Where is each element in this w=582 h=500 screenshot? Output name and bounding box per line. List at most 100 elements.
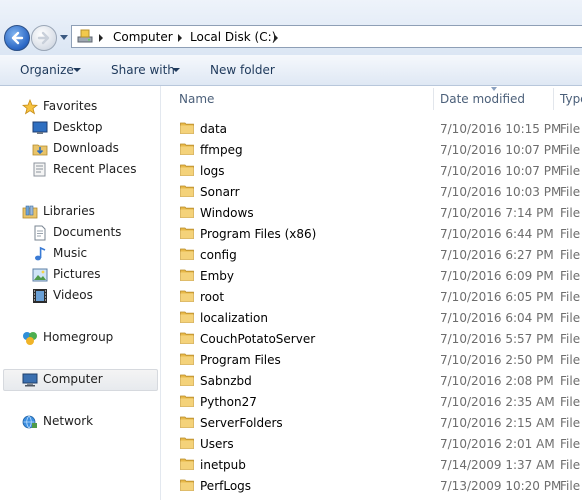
file-name: root <box>200 290 225 304</box>
file-date-modified: 7/10/2016 7:14 PM <box>440 206 554 220</box>
file-date-modified: 7/10/2016 6:27 PM <box>440 248 554 262</box>
nav-label: Favorites <box>43 99 98 113</box>
file-row[interactable]: Sonarr 7/10/2016 10:03 PM File folder <box>161 180 582 201</box>
column-divider[interactable] <box>553 88 554 110</box>
recent-places-icon <box>33 162 46 177</box>
nav-label: Documents <box>53 225 122 239</box>
navigation-pane: Favorites Desktop Downloads Recent Place… <box>0 86 161 500</box>
file-date-modified: 7/10/2016 2:50 PM <box>440 353 554 367</box>
nav-label: Desktop <box>53 120 103 134</box>
file-type: File folder <box>560 479 582 493</box>
file-row[interactable]: data 7/10/2016 10:15 PM File folder <box>161 117 582 138</box>
file-row[interactable]: Windows 7/10/2016 7:14 PM File folder <box>161 201 582 222</box>
file-row[interactable]: inetpub 7/14/2009 1:37 AM File folder <box>161 453 582 474</box>
file-date-modified: 7/14/2009 1:37 AM <box>440 458 555 472</box>
nav-label: Libraries <box>43 204 95 218</box>
nav-label: Network <box>43 414 94 428</box>
file-row[interactable]: ffmpeg 7/10/2016 10:07 PM File folder <box>161 138 582 159</box>
file-type: File folder <box>560 248 582 262</box>
music-icon <box>35 246 46 261</box>
back-button[interactable] <box>4 25 30 51</box>
file-date-modified: 7/10/2016 2:08 PM <box>440 374 554 388</box>
libraries-icon <box>22 205 38 219</box>
navigation-bar: Computer Local Disk (C:) <box>0 0 582 55</box>
computer-icon <box>22 373 38 387</box>
nav-computer[interactable]: Computer <box>3 369 158 391</box>
type-column-header[interactable]: Type <box>560 92 582 106</box>
file-date-modified: 7/10/2016 10:03 PM <box>440 185 562 199</box>
file-type: File folder <box>560 269 582 283</box>
breadcrumb-separator[interactable] <box>99 34 103 42</box>
file-type: File folder <box>560 311 582 325</box>
breadcrumb-computer[interactable]: Computer <box>113 30 173 44</box>
videos-icon <box>33 289 47 303</box>
file-row[interactable]: localization 7/10/2016 6:04 PM File fold… <box>161 306 582 327</box>
file-row[interactable]: CouchPotatoServer 7/10/2016 5:57 PM File… <box>161 327 582 348</box>
new-folder-button[interactable]: New folder <box>210 63 275 77</box>
file-type: File folder <box>560 164 582 178</box>
date-modified-column-header[interactable]: Date modified <box>440 92 525 106</box>
folder-icon <box>180 248 194 260</box>
column-divider[interactable] <box>433 88 434 110</box>
recent-pages-dropdown[interactable] <box>60 35 68 40</box>
pictures-icon <box>32 268 48 282</box>
sort-indicator-icon <box>491 87 497 91</box>
name-column-header[interactable]: Name <box>179 92 214 106</box>
network-icon <box>22 415 37 429</box>
command-bar: Organize Share with New folder <box>0 55 582 86</box>
file-date-modified: 7/10/2016 2:15 AM <box>440 416 555 430</box>
file-row[interactable]: Python27 7/10/2016 2:35 AM File folder <box>161 390 582 411</box>
folder-icon <box>180 416 194 428</box>
star-icon <box>22 99 38 115</box>
address-bar[interactable]: Computer Local Disk (C:) <box>71 25 582 48</box>
folder-icon <box>180 185 194 197</box>
breadcrumb-local-disk[interactable]: Local Disk (C:) <box>190 30 276 44</box>
breadcrumb-separator[interactable] <box>178 34 182 42</box>
file-row[interactable]: logs 7/10/2016 10:07 PM File folder <box>161 159 582 180</box>
folder-icon <box>180 206 194 218</box>
breadcrumb-separator[interactable] <box>274 34 278 42</box>
share-with-button[interactable]: Share with <box>111 63 175 77</box>
file-row[interactable]: Emby 7/10/2016 6:09 PM File folder <box>161 264 582 285</box>
file-name: logs <box>200 164 225 178</box>
forward-arrow-icon <box>37 31 50 45</box>
folder-icon <box>180 437 194 449</box>
organize-caret-icon <box>73 68 81 72</box>
file-row[interactable]: PerfLogs 7/13/2009 10:20 PM File folder <box>161 474 582 495</box>
folder-icon <box>180 227 194 239</box>
nav-label: Recent Places <box>53 162 137 176</box>
organize-button[interactable]: Organize <box>20 63 74 77</box>
file-name: Python27 <box>200 395 257 409</box>
file-type: File folder <box>560 374 582 388</box>
file-row[interactable]: ServerFolders 7/10/2016 2:15 AM File fol… <box>161 411 582 432</box>
folder-icon <box>180 269 194 281</box>
file-type: File folder <box>560 290 582 304</box>
file-date-modified: 7/10/2016 2:01 AM <box>440 437 555 451</box>
file-row[interactable]: Program Files (x86) 7/10/2016 6:44 PM Fi… <box>161 222 582 243</box>
documents-icon <box>34 225 46 241</box>
downloads-icon <box>32 144 48 156</box>
file-date-modified: 7/10/2016 6:44 PM <box>440 227 554 241</box>
file-type: File folder <box>560 122 582 136</box>
file-row[interactable]: Program Files 7/10/2016 2:50 PM File fol… <box>161 348 582 369</box>
file-name: Sabnzbd <box>200 374 252 388</box>
file-name: data <box>200 122 228 136</box>
file-row[interactable]: Sabnzbd 7/10/2016 2:08 PM File folder <box>161 369 582 390</box>
file-row[interactable]: root 7/10/2016 6:05 PM File folder <box>161 285 582 306</box>
folder-icon <box>180 332 194 344</box>
back-arrow-icon <box>11 31 24 45</box>
folder-icon <box>180 164 194 176</box>
forward-button[interactable] <box>31 25 57 51</box>
nav-label: Music <box>53 246 88 260</box>
file-row[interactable]: config 7/10/2016 6:27 PM File folder <box>161 243 582 264</box>
file-date-modified: 7/10/2016 6:05 PM <box>440 290 554 304</box>
file-date-modified: 7/13/2009 10:20 PM <box>440 479 562 493</box>
file-row[interactable]: Users 7/10/2016 2:01 AM File folder <box>161 432 582 453</box>
folder-icon <box>180 374 194 386</box>
file-name: inetpub <box>200 458 246 472</box>
nav-label: Downloads <box>53 141 119 155</box>
homegroup-icon <box>23 332 37 345</box>
file-date-modified: 7/10/2016 10:07 PM <box>440 143 562 157</box>
file-type: File folder <box>560 332 582 346</box>
file-name: Emby <box>200 269 234 283</box>
